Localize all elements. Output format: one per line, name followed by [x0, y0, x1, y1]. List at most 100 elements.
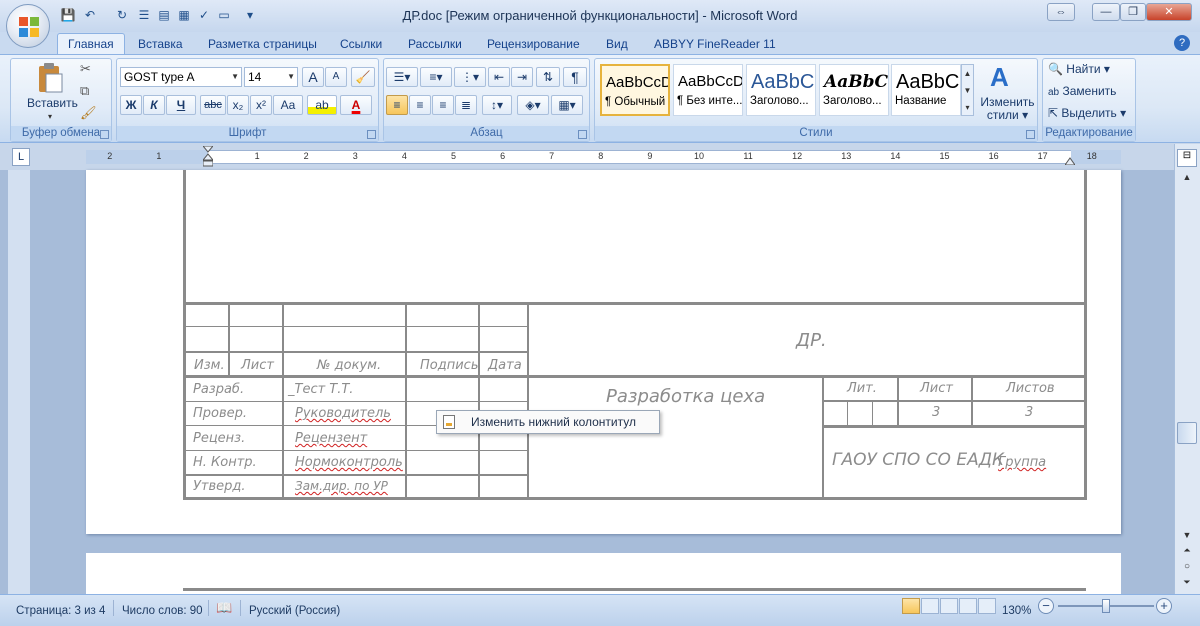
word-count[interactable]: Число слов: 90	[122, 605, 203, 617]
tab-view[interactable]: Вид	[606, 36, 628, 54]
change-styles-icon[interactable]: A	[990, 62, 1020, 92]
stamp-line	[183, 474, 528, 476]
bold-button[interactable]: Ж	[120, 95, 142, 115]
change-styles-label-1: Изменить	[980, 95, 1035, 109]
font-color-button[interactable]: A	[340, 95, 372, 115]
style-title[interactable]: AaBbC Название	[891, 64, 961, 116]
ruler-number: 1	[254, 151, 260, 161]
tab-insert[interactable]: Вставка	[138, 36, 183, 54]
find-button[interactable]: 🔍 Найти ▾	[1048, 59, 1110, 79]
line-spacing-icon[interactable]: ↕▾	[482, 95, 512, 115]
ruler-number: 2	[107, 151, 113, 161]
vertical-scrollbar[interactable]	[1174, 144, 1200, 594]
role-developer: Разраб.	[193, 382, 245, 397]
bullets-icon[interactable]: ☰▾	[386, 67, 418, 87]
change-styles-button[interactable]: Изменить стили ▾	[980, 96, 1035, 122]
style-heading-2[interactable]: AaBbCc Заголово...	[819, 64, 889, 116]
increase-indent-icon[interactable]: ⇥	[511, 67, 533, 87]
paragraph-launcher-icon[interactable]	[578, 130, 587, 139]
underline-button[interactable]: Ч	[166, 95, 196, 115]
styles-launcher-icon[interactable]	[1026, 130, 1035, 139]
office-button[interactable]	[6, 4, 50, 48]
style-no-spacing[interactable]: AaBbCcDd ¶ Без инте...	[673, 64, 743, 116]
zoom-slider-thumb[interactable]	[1102, 599, 1110, 613]
highlight-icon[interactable]: ab	[307, 95, 337, 115]
scroll-down-icon[interactable]: ▼	[1177, 530, 1197, 544]
proofing-icon[interactable]: 📖	[216, 600, 232, 616]
web-layout-view-icon[interactable]	[940, 598, 958, 614]
format-painter-icon[interactable]: 🖌	[80, 105, 97, 121]
font-size-select[interactable]: 14 ▼	[244, 67, 298, 87]
language-indicator[interactable]: Русский (Россия)	[249, 605, 340, 617]
paste-icon[interactable]	[36, 62, 64, 94]
borders-icon[interactable]: ▦▾	[551, 95, 583, 115]
cut-icon[interactable]: ✂	[80, 61, 91, 77]
font-launcher-icon[interactable]	[367, 130, 376, 139]
paste-button[interactable]: Вставить	[27, 96, 78, 110]
replace-button[interactable]: ab Заменить	[1048, 81, 1116, 101]
select-button[interactable]: ⇱ Выделить ▾	[1048, 103, 1126, 123]
indent-marker-icon[interactable]	[201, 145, 215, 168]
print-layout-view-icon[interactable]	[902, 598, 920, 614]
browse-object-icon[interactable]: ○	[1177, 561, 1197, 575]
decrease-indent-icon[interactable]: ⇤	[488, 67, 510, 87]
numbering-icon[interactable]: ≡▾	[420, 67, 452, 87]
tab-references[interactable]: Ссылки	[340, 36, 382, 54]
shrink-font-button[interactable]: A	[325, 67, 347, 87]
grow-font-button[interactable]: A	[302, 67, 324, 87]
frame-line	[1084, 170, 1087, 500]
status-divider	[113, 600, 114, 616]
align-center-icon[interactable]: ≡	[409, 95, 431, 115]
clipboard-launcher-icon[interactable]	[100, 130, 109, 139]
tab-review[interactable]: Рецензирование	[487, 36, 580, 54]
tab-home[interactable]: Главная	[57, 33, 125, 55]
tab-selector-icon[interactable]: L	[12, 148, 30, 166]
align-left-icon[interactable]: ≡	[386, 95, 408, 115]
ruler-toggle-icon[interactable]: ⊟	[1177, 149, 1197, 167]
maximize-button[interactable]: ❐	[1120, 3, 1146, 21]
italic-button[interactable]: К	[143, 95, 165, 115]
show-marks-button[interactable]: ¶	[563, 67, 587, 87]
change-case-button[interactable]: Aa	[273, 95, 303, 115]
tab-mailings[interactable]: Рассылки	[408, 36, 462, 54]
style-sample: AaBbCcDd	[678, 73, 743, 90]
copy-icon[interactable]: ⧉	[80, 83, 89, 99]
styles-scroll-icon[interactable]: ▲ ▼ ▾	[961, 64, 974, 116]
vertical-ruler[interactable]	[8, 170, 30, 594]
previous-page-icon[interactable]: ⏶	[1177, 545, 1197, 559]
superscript-button[interactable]: x²	[250, 95, 272, 115]
stamp-line	[822, 376, 824, 499]
ruler-number: 1	[156, 151, 162, 161]
multilevel-list-icon[interactable]: ⋮▾	[454, 67, 486, 87]
help-icon[interactable]: ?	[1174, 35, 1190, 51]
shading-icon[interactable]: ◈▾	[517, 95, 549, 115]
edit-footer-menu[interactable]: Изменить нижний колонтитул	[436, 410, 660, 434]
scroll-thumb[interactable]	[1177, 422, 1197, 444]
justify-icon[interactable]: ≣	[455, 95, 477, 115]
clear-formatting-icon[interactable]: 🧹	[351, 67, 375, 87]
paste-dropdown-icon[interactable]: ▾	[48, 112, 52, 121]
restore-ribbon-icon[interactable]: ⇔	[1047, 3, 1075, 21]
page-indicator[interactable]: Страница: 3 из 4	[16, 605, 105, 617]
draft-view-icon[interactable]	[978, 598, 996, 614]
close-button[interactable]: ✕	[1146, 3, 1192, 21]
minimize-button[interactable]: —	[1092, 3, 1120, 21]
zoom-out-icon[interactable]: −	[1038, 598, 1054, 614]
subscript-button[interactable]: x₂	[227, 95, 249, 115]
font-family-select[interactable]: GOST type A ▼	[120, 67, 242, 87]
sort-icon[interactable]: ⇅	[536, 67, 560, 87]
zoom-level[interactable]: 130%	[1002, 605, 1031, 617]
align-right-icon[interactable]: ≡	[432, 95, 454, 115]
style-heading-1[interactable]: AaBbC Заголово...	[746, 64, 816, 116]
tab-page-layout[interactable]: Разметка страницы	[208, 36, 317, 54]
right-indent-marker-icon[interactable]	[1064, 154, 1076, 166]
header-docnum: № докум.	[317, 358, 382, 373]
strikethrough-button[interactable]: abc	[200, 95, 226, 115]
scroll-up-icon[interactable]: ▲	[1177, 172, 1197, 188]
tab-abbyy[interactable]: ABBYY FineReader 11	[654, 36, 776, 54]
next-page-icon[interactable]: ⏷	[1177, 577, 1197, 591]
style-normal[interactable]: AaBbCcDd ¶ Обычный	[600, 64, 670, 116]
full-screen-view-icon[interactable]	[921, 598, 939, 614]
zoom-in-icon[interactable]: +	[1156, 598, 1172, 614]
outline-view-icon[interactable]	[959, 598, 977, 614]
